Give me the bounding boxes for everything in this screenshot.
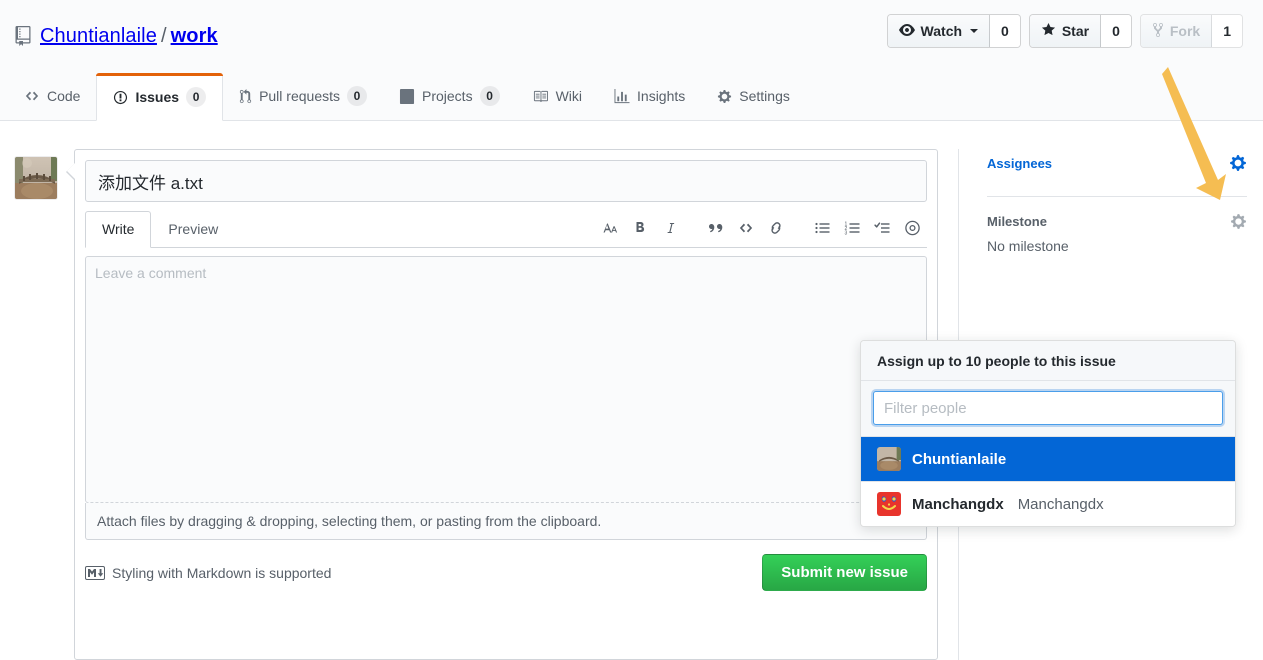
- milestone-label: Milestone: [987, 214, 1047, 229]
- assignee-option-manchangdx[interactable]: Manchangdx Manchangdx: [861, 482, 1235, 526]
- tab-preview[interactable]: Preview: [151, 211, 235, 248]
- chevron-down-icon: [970, 29, 979, 33]
- new-issue-main-column: Write Preview: [0, 149, 958, 660]
- link-icon[interactable]: [761, 215, 791, 241]
- nav-tab-projects[interactable]: Projects 0: [383, 72, 516, 120]
- graph-icon: [614, 88, 630, 104]
- repo-icon: [14, 26, 32, 46]
- watch-button[interactable]: Watch: [887, 15, 991, 47]
- nav-tab-settings-label: Settings: [739, 88, 790, 104]
- issue-title-input[interactable]: [85, 160, 927, 202]
- mention-icon[interactable]: [897, 215, 927, 241]
- code-icon[interactable]: [731, 215, 761, 241]
- assignees-header[interactable]: Assignees: [987, 154, 1247, 172]
- submit-new-issue-button[interactable]: Submit new issue: [762, 554, 927, 591]
- milestone-gear-icon[interactable]: [1230, 213, 1247, 230]
- assignees-block: Assignees: [987, 154, 1247, 196]
- ordered-list-icon[interactable]: 1 2 3: [837, 215, 867, 241]
- markdown-icon: [85, 565, 105, 580]
- sidebar-divider: [987, 196, 1247, 197]
- book-icon: [532, 89, 549, 104]
- nav-tab-projects-label: Projects: [422, 88, 473, 104]
- code-icon: [24, 89, 40, 103]
- comment-body-area: [75, 248, 937, 503]
- assignee-login: Manchangdx: [1017, 495, 1104, 513]
- repo-breadcrumb-separator: /: [160, 25, 167, 47]
- watch-count[interactable]: 0: [990, 15, 1020, 47]
- assignee-option-chuntianlaile[interactable]: Chuntianlaile: [861, 437, 1235, 482]
- issue-title-row: [75, 150, 937, 202]
- heading-icon[interactable]: [595, 215, 625, 241]
- tab-write[interactable]: Write: [85, 211, 152, 248]
- project-board-icon: [399, 88, 415, 104]
- nav-tab-projects-count: 0: [479, 86, 500, 106]
- nav-tab-wiki-label: Wiki: [555, 88, 583, 104]
- new-issue-page: Write Preview: [0, 121, 1263, 660]
- comment-textarea[interactable]: [85, 256, 927, 503]
- fork-button-group[interactable]: Fork 1: [1139, 14, 1243, 48]
- markdown-toolbar: 1 2 3: [595, 215, 927, 247]
- filter-people-input[interactable]: [873, 391, 1223, 425]
- avatar: [877, 492, 901, 516]
- file-drop-zone[interactable]: Attach files by dragging & dropping, sel…: [85, 503, 927, 540]
- watch-button-label: Watch: [920, 23, 963, 39]
- nav-tab-pull-requests[interactable]: Pull requests 0: [223, 72, 383, 120]
- repo-header: Chuntianlaile / work Watch 0 Star 0 Fork…: [0, 0, 1263, 121]
- star-icon: [1041, 22, 1056, 40]
- assignee-name: Chuntianlaile: [912, 450, 1007, 468]
- markdown-support-note: Styling with Markdown is supported: [85, 565, 331, 581]
- fork-button-label: Fork: [1169, 23, 1201, 39]
- assignee-name: Manchangdx: [912, 495, 1004, 513]
- bold-icon[interactable]: [625, 215, 655, 241]
- nav-tab-issues[interactable]: Issues 0: [96, 73, 224, 121]
- new-issue-form: Write Preview: [66, 149, 938, 660]
- repo-nav-tabs: Code Issues 0 Pull requests 0 Projects 0…: [8, 72, 806, 121]
- assignees-filter-wrap: [861, 381, 1235, 437]
- milestone-header[interactable]: Milestone: [987, 213, 1247, 230]
- markdown-support-text: Styling with Markdown is supported: [112, 564, 332, 581]
- eye-icon: [898, 22, 915, 41]
- nav-tab-insights[interactable]: Insights: [598, 72, 701, 120]
- fork-count[interactable]: 1: [1212, 15, 1242, 47]
- write-preview-tabnav: Write Preview 1 2 3: [85, 211, 927, 248]
- italic-icon[interactable]: [655, 215, 685, 241]
- repo-owner-link[interactable]: Chuntianlaile: [40, 25, 157, 47]
- milestone-value: No milestone: [987, 238, 1069, 254]
- nav-tab-code-label: Code: [47, 88, 81, 104]
- nav-tab-code[interactable]: Code: [8, 72, 96, 120]
- star-button-label: Star: [1061, 23, 1090, 39]
- assignees-dropdown-header: Assign up to 10 people to this issue: [861, 341, 1235, 381]
- gear-icon: [717, 89, 732, 104]
- nav-tab-insights-label: Insights: [637, 88, 686, 104]
- repo-name-link[interactable]: work: [171, 25, 218, 47]
- unordered-list-icon[interactable]: [807, 215, 837, 241]
- milestone-block: Milestone No milestone: [987, 211, 1247, 270]
- assignees-gear-icon[interactable]: [1229, 154, 1247, 172]
- assignees-label: Assignees: [987, 155, 1053, 171]
- nav-tab-issues-label: Issues: [135, 89, 180, 105]
- watch-button-group[interactable]: Watch 0: [886, 14, 1021, 48]
- nav-tab-pull-requests-count: 0: [347, 86, 367, 106]
- fork-button[interactable]: Fork: [1140, 15, 1213, 47]
- fork-icon: [1152, 22, 1164, 41]
- assignees-dropdown: Assign up to 10 people to this issue Chu…: [860, 340, 1236, 527]
- task-list-icon[interactable]: [867, 215, 897, 241]
- svg-text:3: 3: [844, 230, 847, 236]
- nav-tab-wiki[interactable]: Wiki: [516, 72, 598, 120]
- avatar: [877, 447, 901, 471]
- star-count[interactable]: 0: [1101, 15, 1131, 47]
- git-pull-request-icon: [239, 88, 252, 104]
- form-actions: Styling with Markdown is supported Submi…: [75, 540, 937, 605]
- star-button-group[interactable]: Star 0: [1028, 14, 1132, 48]
- avatar: [14, 156, 58, 200]
- nav-tab-issues-count: 0: [186, 87, 207, 107]
- nav-tab-pull-requests-label: Pull requests: [259, 88, 340, 104]
- nav-tab-settings[interactable]: Settings: [701, 72, 806, 120]
- repo-breadcrumb: Chuntianlaile / work: [40, 24, 218, 48]
- star-button[interactable]: Star: [1029, 15, 1102, 47]
- repo-actions: Watch 0 Star 0 Fork 1: [886, 14, 1243, 48]
- quote-icon[interactable]: [701, 215, 731, 241]
- issue-opened-icon: [113, 90, 128, 105]
